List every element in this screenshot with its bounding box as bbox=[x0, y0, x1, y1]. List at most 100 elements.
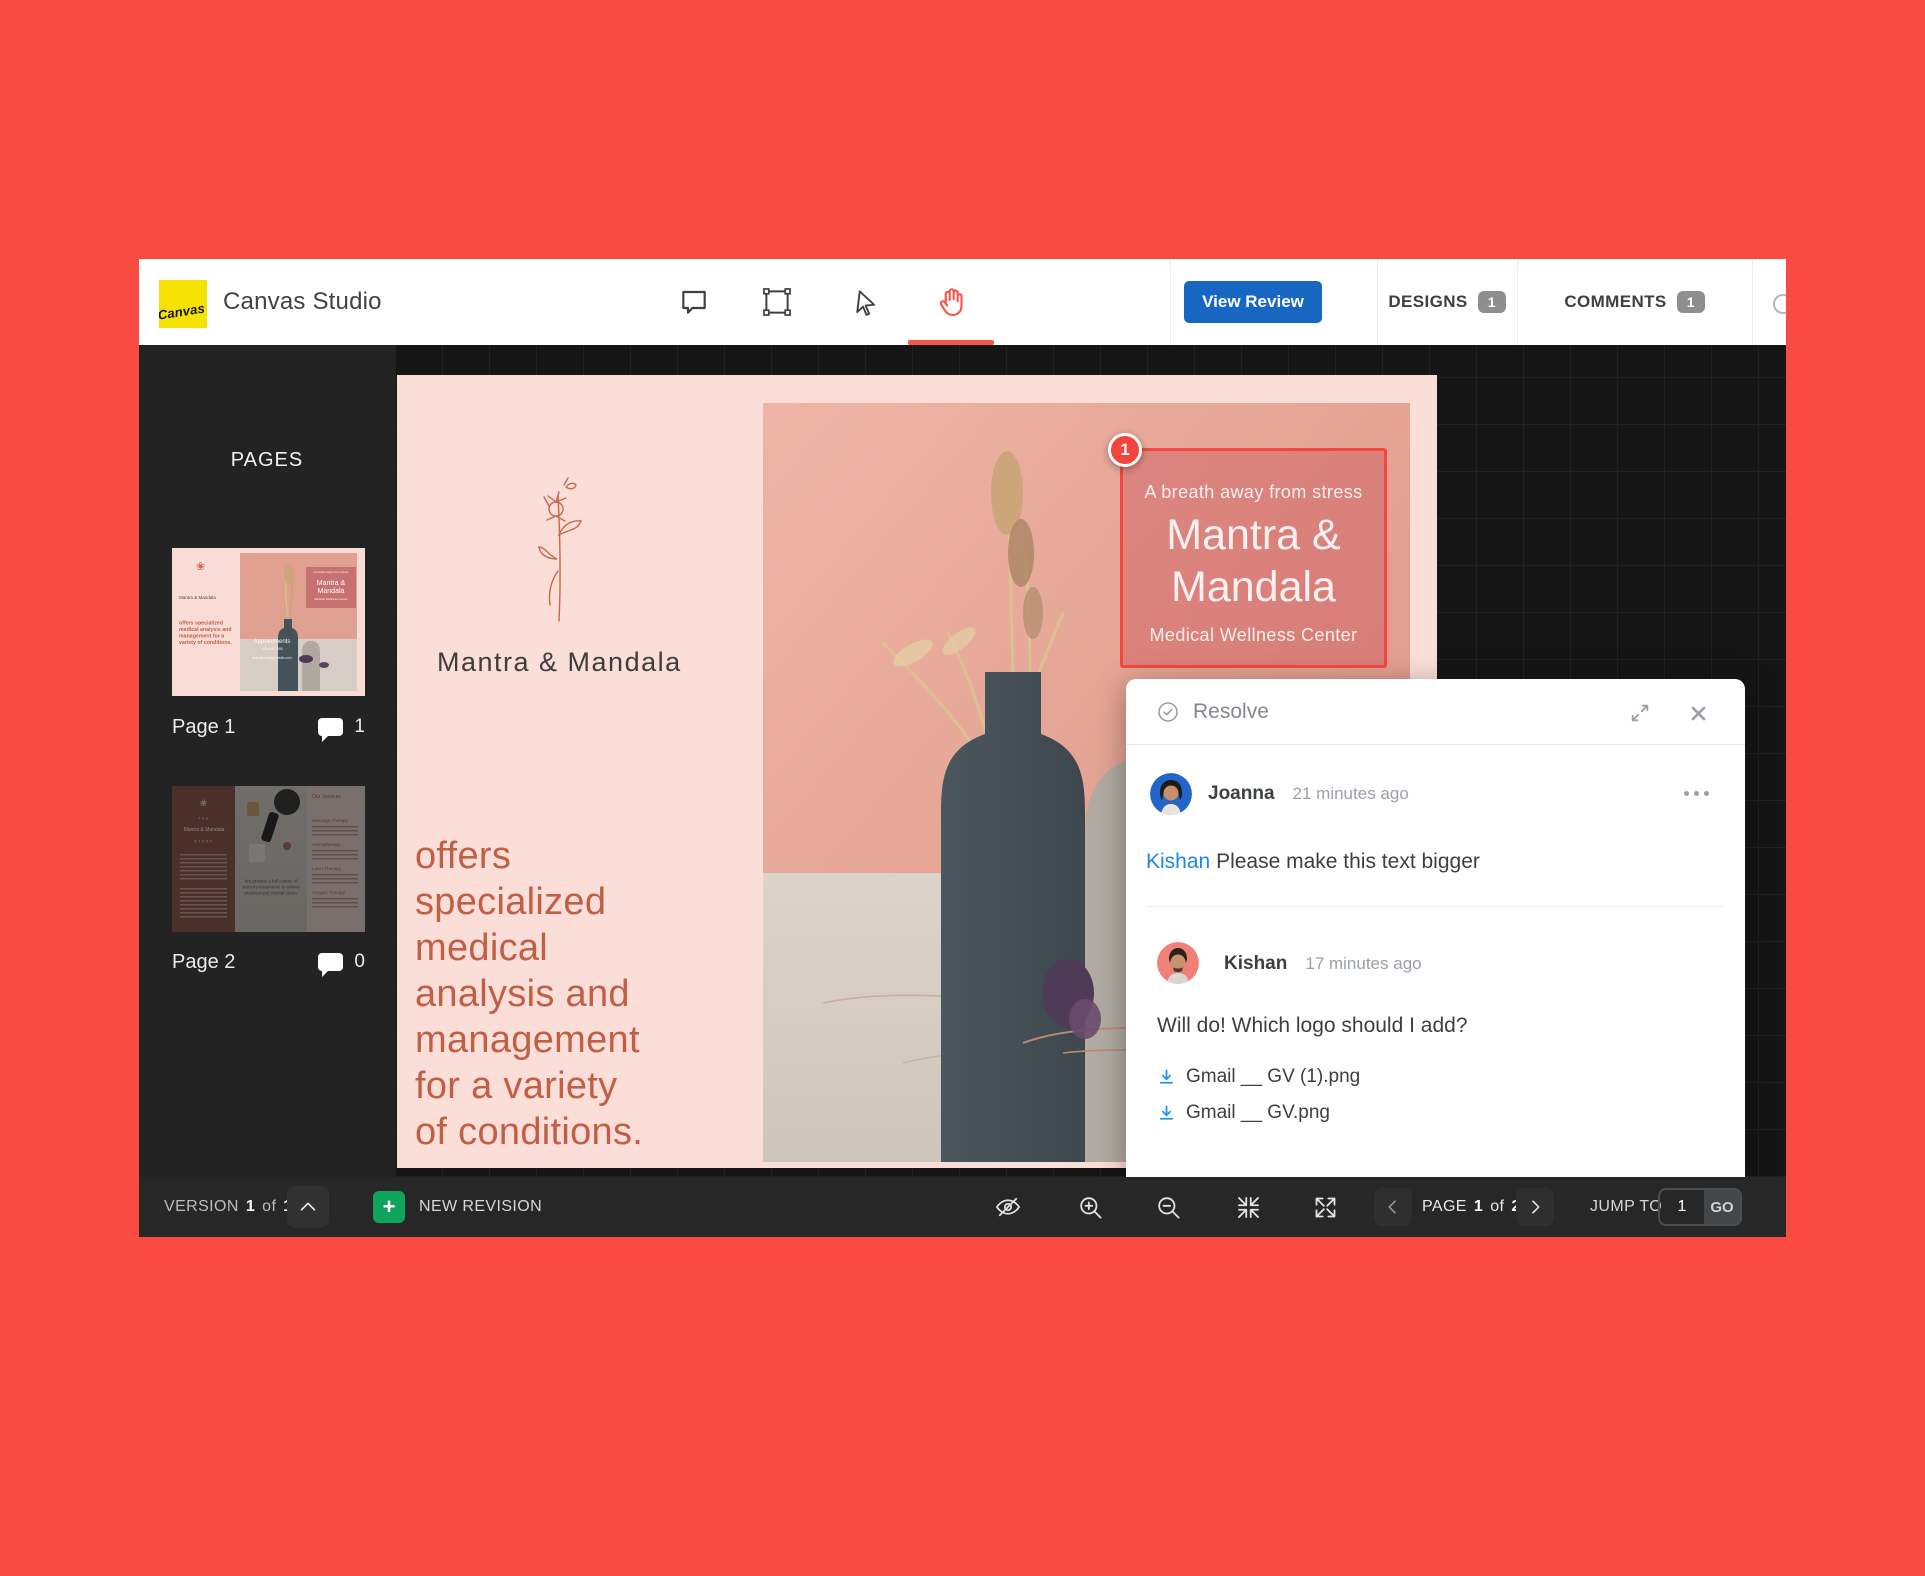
design-paragraph: offers specialized medical analysis and … bbox=[415, 833, 643, 1155]
page-2-comment-count: 0 bbox=[354, 951, 365, 973]
page-1-row[interactable]: Page 1 1 bbox=[172, 712, 365, 742]
page2-sub: STORY bbox=[172, 840, 235, 844]
hand-tool-button[interactable] bbox=[930, 280, 974, 324]
hide-comments-button[interactable] bbox=[991, 1190, 1025, 1224]
highlighted-text-box[interactable]: A breath away from stress Mantra & Manda… bbox=[1120, 448, 1387, 668]
go-button[interactable]: GO bbox=[1704, 1190, 1740, 1224]
app-title: Canvas Studio bbox=[223, 259, 382, 345]
paragraph-line: specialized bbox=[415, 879, 643, 925]
comment-popup: Resolve Joanna 21 m bbox=[1126, 679, 1745, 1177]
resolve-button[interactable]: Resolve bbox=[1156, 679, 1269, 745]
attachment-name: Gmail __ GV (1).png bbox=[1186, 1066, 1360, 1088]
mini-appt-heading: Appointments bbox=[242, 639, 302, 645]
mini-overlay-subtitle: Medical Wellness Center bbox=[306, 598, 356, 601]
zoom-out-icon bbox=[1155, 1194, 1182, 1221]
page2-photo bbox=[235, 786, 307, 876]
page2-text-block bbox=[312, 898, 358, 908]
new-revision-plus-button[interactable]: + bbox=[373, 1191, 405, 1223]
fit-to-screen-button[interactable] bbox=[1231, 1190, 1265, 1224]
attachment-link[interactable]: Gmail __ GV.png bbox=[1157, 1100, 1330, 1126]
cursor-tool-icon bbox=[851, 287, 881, 317]
overlay-subtitle: Medical Wellness Center bbox=[1123, 625, 1384, 646]
resolve-label: Resolve bbox=[1193, 700, 1269, 724]
paragraph-line: offers bbox=[415, 833, 643, 879]
page-label: PAGE bbox=[1422, 1198, 1467, 1216]
marquee-tool-icon bbox=[760, 285, 794, 319]
comment-count-icon bbox=[318, 718, 343, 736]
mini-overlay-title1: Mantra & bbox=[306, 580, 356, 588]
fullscreen-button[interactable] bbox=[1308, 1190, 1342, 1224]
check-circle-icon bbox=[1156, 700, 1180, 724]
comments-tab-label: COMMENTS bbox=[1564, 292, 1666, 312]
comment-tool-icon bbox=[678, 286, 710, 318]
close-popup-button[interactable] bbox=[1686, 701, 1710, 725]
comment-pin[interactable]: 1 bbox=[1108, 433, 1142, 467]
page-of: of bbox=[1490, 1198, 1504, 1216]
paragraph-line: medical bbox=[415, 925, 643, 971]
popup-header: Resolve bbox=[1126, 679, 1745, 745]
close-icon bbox=[1689, 704, 1708, 723]
version-indicator: VERSION 1 of 1 bbox=[164, 1177, 293, 1237]
avatar-joanna bbox=[1150, 773, 1192, 815]
avatar-kishan bbox=[1157, 942, 1199, 984]
view-review-button[interactable]: View Review bbox=[1184, 281, 1322, 323]
page2-service: Oxygen Therapy bbox=[312, 890, 365, 895]
reply-time: 17 minutes ago bbox=[1305, 954, 1421, 974]
paragraph-line: of conditions. bbox=[415, 1109, 643, 1155]
comment-count-icon bbox=[318, 953, 343, 971]
page-indicator: PAGE 1 of 2 bbox=[1422, 1177, 1521, 1237]
mini-appt-email: hello@reallygreatsite.com bbox=[242, 656, 302, 661]
cursor-tool-button[interactable] bbox=[844, 280, 888, 324]
comment-time: 21 minutes ago bbox=[1293, 784, 1409, 804]
zoom-in-icon bbox=[1077, 1194, 1104, 1221]
attachment-link[interactable]: Gmail __ GV (1).png bbox=[1157, 1064, 1360, 1090]
page2-kicker: THE bbox=[172, 817, 235, 821]
zoom-in-button[interactable] bbox=[1073, 1190, 1107, 1224]
comment-tool-button[interactable] bbox=[672, 280, 716, 324]
app-window: Canvas Canvas Studio bbox=[139, 259, 1786, 1237]
search-icon[interactable] bbox=[1773, 294, 1786, 314]
download-icon bbox=[1157, 1068, 1176, 1087]
download-icon bbox=[1157, 1104, 1176, 1123]
page2-text-block bbox=[180, 854, 227, 880]
page2-text-block bbox=[312, 850, 358, 860]
page-2-row[interactable]: Page 2 0 bbox=[172, 947, 365, 977]
overlay-title-line2: Mandala bbox=[1123, 561, 1384, 613]
new-revision-label[interactable]: NEW REVISION bbox=[419, 1177, 542, 1237]
next-page-button[interactable] bbox=[1516, 1188, 1554, 1226]
page2-left-panel: ❀ THE Mantra & Mandala STORY bbox=[172, 786, 235, 932]
overlay-title-line1: Mantra & bbox=[1123, 509, 1384, 561]
page2-service: Aromatherapy bbox=[312, 842, 365, 847]
comment-overflow-menu[interactable] bbox=[1684, 791, 1709, 796]
bottom-bar: VERSION 1 of 1 + NEW REVISION bbox=[139, 1177, 1786, 1237]
paragraph-line: for a variety bbox=[415, 1063, 643, 1109]
paragraph-line: analysis and bbox=[415, 971, 643, 1017]
mini-appointments: Appointments 123-456-7890 hello@reallygr… bbox=[242, 639, 302, 665]
page2-middle-panel: We provide a full course of sensory trea… bbox=[235, 786, 307, 932]
flower-sketch bbox=[528, 475, 586, 623]
topbar-divider bbox=[1170, 259, 1171, 345]
page-2-thumbnail[interactable]: ❀ THE Mantra & Mandala STORY We provide … bbox=[172, 786, 365, 932]
previous-page-button[interactable] bbox=[1374, 1188, 1412, 1226]
tab-designs[interactable]: DESIGNS 1 bbox=[1377, 259, 1517, 345]
page2-services-heading: Our Services bbox=[312, 794, 365, 800]
pages-header: PAGES bbox=[139, 449, 395, 472]
mention-link[interactable]: Kishan bbox=[1146, 850, 1210, 873]
jump-to-input[interactable]: 1 bbox=[1660, 1190, 1704, 1224]
collapse-arrows-icon bbox=[1235, 1194, 1262, 1221]
reply-author: Kishan bbox=[1224, 953, 1287, 975]
reply-text: Will do! Which logo should I add? bbox=[1157, 1011, 1468, 1041]
expand-popup-button[interactable] bbox=[1628, 701, 1652, 725]
page2-right-panel: Our Services Massage Therapy Aromatherap… bbox=[307, 786, 365, 932]
eye-off-icon bbox=[994, 1193, 1022, 1221]
page2-text-block bbox=[180, 888, 227, 918]
version-expand-button[interactable] bbox=[287, 1186, 329, 1228]
overlay-tagline: A breath away from stress bbox=[1123, 482, 1384, 503]
page-1-thumbnail[interactable]: ❀ Mantra & Mandala offers specialized me… bbox=[172, 548, 365, 696]
canvas-logo[interactable]: Canvas bbox=[159, 280, 207, 328]
popup-divider bbox=[1146, 906, 1725, 907]
page-1-comment-count: 1 bbox=[354, 716, 365, 738]
zoom-out-button[interactable] bbox=[1151, 1190, 1185, 1224]
tab-comments[interactable]: COMMENTS 1 bbox=[1517, 259, 1752, 345]
marquee-tool-button[interactable] bbox=[755, 280, 799, 324]
